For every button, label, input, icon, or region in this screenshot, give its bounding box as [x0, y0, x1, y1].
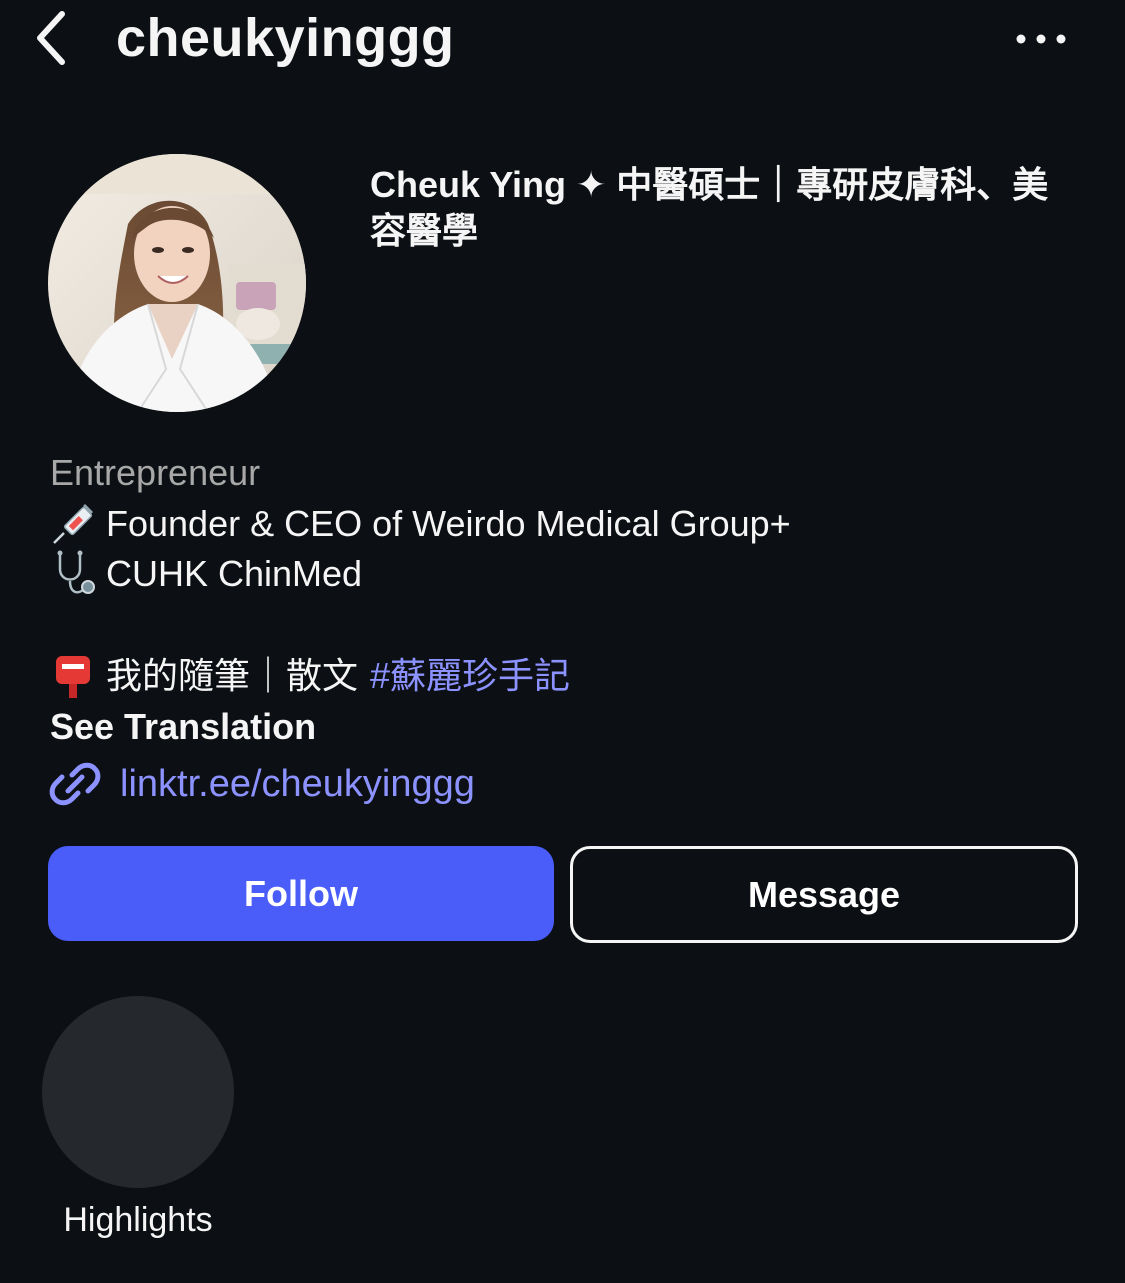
- syringe-icon: [50, 501, 106, 547]
- back-button[interactable]: [20, 6, 80, 70]
- profile-category: Entrepreneur: [50, 452, 261, 493]
- chevron-left-icon: [37, 11, 65, 65]
- bio-hashtag-link[interactable]: #蘇麗珍手記: [370, 653, 570, 699]
- message-button[interactable]: Message: [570, 846, 1078, 943]
- profile-avatar[interactable]: [48, 154, 306, 412]
- more-options-button[interactable]: [1008, 14, 1074, 64]
- bio-line-education: CUHK ChinMed: [50, 548, 362, 600]
- bio-text-writing: 我的隨筆｜散文: [106, 655, 359, 696]
- bio-line-writing: 我的隨筆｜散文 #蘇麗珍手記: [50, 650, 570, 702]
- follow-button[interactable]: Follow: [48, 846, 554, 941]
- stethoscope-icon: [50, 550, 106, 597]
- see-translation-button[interactable]: See Translation: [50, 704, 316, 750]
- bio-line-founder: Founder & CEO of Weirdo Medical Group+: [50, 498, 791, 550]
- highlight-circle[interactable]: [42, 996, 234, 1188]
- link-icon: [49, 762, 101, 806]
- more-horizontal-icon: [1016, 34, 1066, 44]
- highlight-label: Highlights: [63, 1201, 213, 1239]
- postbox-icon: [50, 653, 106, 699]
- profile-username: cheukyinggg: [116, 8, 455, 68]
- bio-text-education: CUHK ChinMed: [106, 553, 363, 594]
- bio-text-founder: Founder & CEO of Weirdo Medical Group+: [106, 503, 791, 544]
- avatar-photo: [48, 154, 306, 412]
- profile-display-name: Cheuk Ying ✦ 中醫碩士｜專研皮膚科、美容醫學: [370, 164, 1049, 251]
- bio-link-text: linktr.ee/cheukyinggg: [120, 762, 475, 805]
- top-bar: cheukyinggg: [0, 0, 1125, 90]
- bio-link[interactable]: linktr.ee/cheukyinggg: [48, 756, 475, 812]
